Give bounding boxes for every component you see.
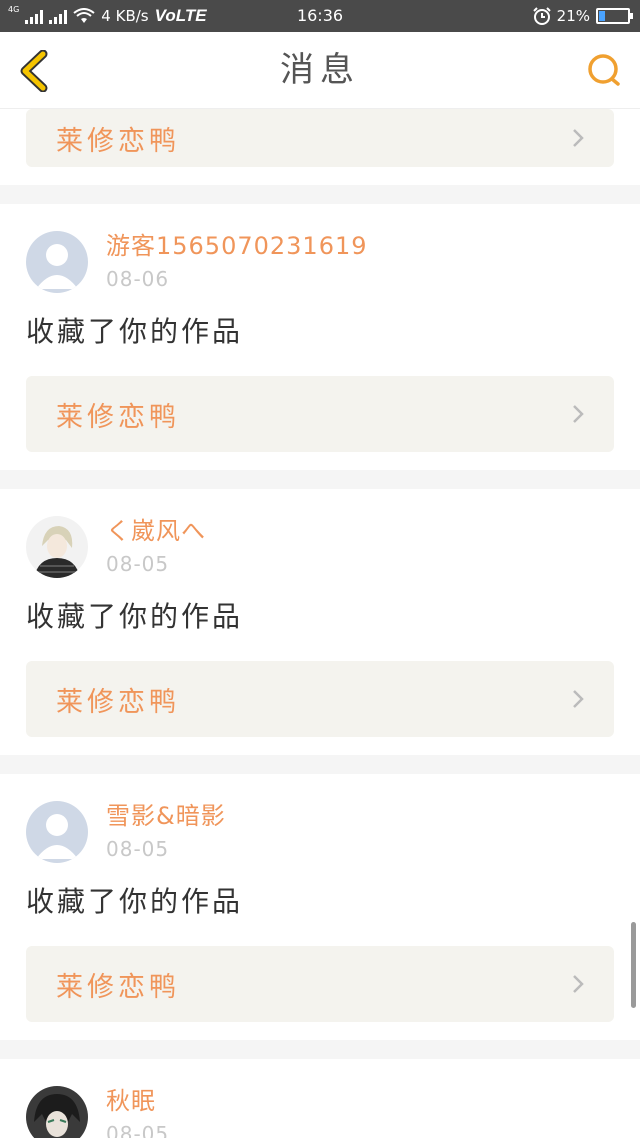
message-card: 秋眠 08-05	[0, 1059, 640, 1138]
message-card-partial: 莱修恋鸭	[0, 109, 640, 185]
network-type: 4G	[8, 5, 20, 14]
work-link[interactable]: 莱修恋鸭	[26, 661, 614, 737]
chevron-right-icon	[573, 690, 584, 708]
message-meta: 游客1565070231619 08-06	[106, 229, 368, 293]
message-header: 秋眠 08-05	[26, 1059, 614, 1138]
work-title: 莱修恋鸭	[56, 125, 180, 157]
username[interactable]: 秋眠	[106, 1084, 169, 1118]
avatar[interactable]	[26, 801, 88, 863]
message-meta: 雪影&暗影 08-05	[106, 799, 226, 863]
status-left: 4G 4 KB/s VoLTE	[8, 0, 207, 32]
message-card: 游客1565070231619 08-06 收藏了你的作品 莱修恋鸭	[0, 204, 640, 470]
message-action: 收藏了你的作品	[26, 885, 244, 918]
work-title: 莱修恋鸭	[56, 686, 180, 718]
username[interactable]: く崴风へ	[106, 514, 206, 548]
message-meta: く崴风へ 08-05	[106, 514, 206, 578]
avatar[interactable]	[26, 231, 88, 293]
chevron-right-icon	[573, 129, 584, 147]
message-action: 收藏了你的作品	[26, 600, 244, 633]
avatar[interactable]	[26, 1086, 88, 1138]
signal-icon	[25, 8, 44, 24]
message-date: 08-05	[106, 552, 170, 576]
default-avatar-icon	[26, 801, 88, 863]
battery-fill	[599, 11, 605, 21]
status-right: 21%	[532, 0, 633, 32]
message-header: 雪影&暗影 08-05	[26, 774, 614, 874]
default-avatar-icon	[26, 231, 88, 293]
work-link[interactable]: 莱修恋鸭	[26, 946, 614, 1022]
anime-avatar-icon	[26, 1086, 88, 1138]
battery-percent: 21%	[556, 7, 590, 25]
alarm-icon	[532, 7, 551, 25]
search-button[interactable]	[586, 52, 624, 90]
battery-icon	[596, 8, 633, 24]
chevron-right-icon	[573, 405, 584, 423]
wifi-icon	[73, 8, 95, 23]
work-link[interactable]: 莱修恋鸭	[26, 376, 614, 452]
chevron-left-icon	[20, 50, 48, 92]
volte-indicator: VoLTE	[154, 6, 207, 25]
message-date: 08-06	[106, 267, 170, 291]
username[interactable]: 游客1565070231619	[106, 229, 368, 263]
work-link[interactable]: 莱修恋鸭	[26, 109, 614, 167]
message-date: 08-05	[106, 837, 170, 861]
scrollbar[interactable]	[631, 922, 636, 1008]
data-speed: 4 KB/s	[101, 7, 149, 25]
work-title: 莱修恋鸭	[56, 401, 180, 433]
back-button[interactable]	[14, 50, 54, 92]
nav-bar: 消息	[0, 32, 640, 109]
page-title: 消息	[280, 50, 360, 90]
work-title: 莱修恋鸭	[56, 971, 180, 1003]
message-list[interactable]: 莱修恋鸭 游客1565070231619 08-06 收藏了你的作品 莱修恋鸭	[0, 109, 640, 1138]
message-card: 雪影&暗影 08-05 收藏了你的作品 莱修恋鸭	[0, 774, 640, 1040]
message-header: く崴风へ 08-05	[26, 489, 614, 589]
message-action: 收藏了你的作品	[26, 315, 244, 348]
signal-icon-secondary	[49, 8, 68, 24]
anime-avatar-icon	[26, 516, 88, 578]
message-header: 游客1565070231619 08-06	[26, 204, 614, 304]
username[interactable]: 雪影&暗影	[106, 799, 226, 833]
avatar[interactable]	[26, 516, 88, 578]
status-bar: 4G 4 KB/s VoLTE 16:36 21%	[0, 0, 640, 32]
search-icon	[588, 54, 620, 86]
chevron-right-icon	[573, 975, 584, 993]
message-card: く崴风へ 08-05 收藏了你的作品 莱修恋鸭	[0, 489, 640, 755]
message-date: 08-05	[106, 1122, 170, 1138]
message-meta: 秋眠 08-05	[106, 1084, 169, 1138]
